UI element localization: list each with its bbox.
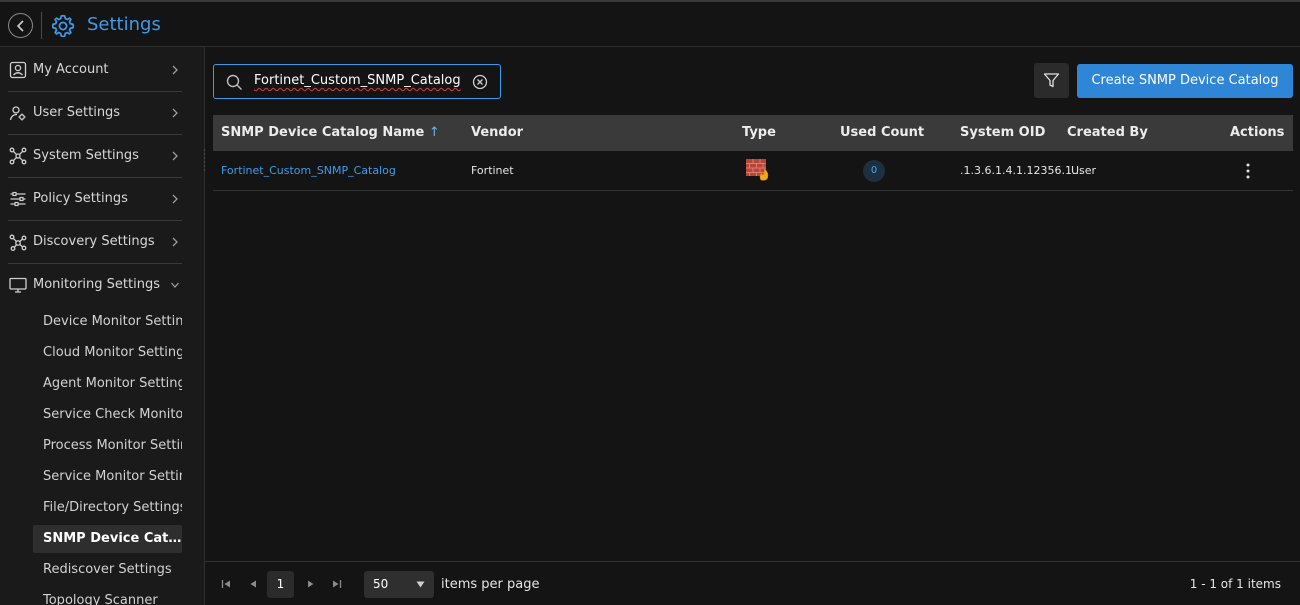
sidebar-item-my-account[interactable]: My Account bbox=[8, 49, 182, 92]
column-header-used-count[interactable]: Used Count bbox=[840, 125, 924, 140]
search-input[interactable]: Fortinet_Custom_SNMP_Catalog bbox=[213, 64, 501, 99]
pagination-bar: 1 50 items per page 1 - 1 of 1 items bbox=[205, 561, 1300, 605]
sidebar-subitem-snmp-device-catalog[interactable]: SNMP Device Catalog bbox=[33, 525, 182, 553]
user-card-icon bbox=[9, 61, 27, 79]
sidebar-subitem-process-monitor-settings[interactable]: Process Monitor Settings bbox=[33, 432, 182, 460]
page-size-select[interactable]: 50 bbox=[364, 571, 434, 598]
sidebar-item-discovery-settings[interactable]: Discovery Settings bbox=[8, 221, 182, 264]
gear-icon bbox=[51, 14, 75, 38]
page-size-value: 50 bbox=[373, 577, 389, 591]
search-icon bbox=[226, 74, 242, 90]
column-label: SNMP Device Catalog Name bbox=[221, 125, 425, 140]
sidebar-subitem-agent-monitor-settings[interactable]: Agent Monitor Settings bbox=[33, 370, 182, 398]
pagination-range: 1 - 1 of 1 items bbox=[1189, 577, 1281, 591]
previous-page-icon[interactable] bbox=[247, 578, 259, 590]
system-oid-cell: .1.3.6.1.4.1.12356.1... bbox=[960, 164, 1083, 177]
user-gear-icon bbox=[9, 106, 26, 121]
sidebar-item-policy-settings[interactable]: Policy Settings bbox=[8, 178, 182, 221]
create-snmp-device-catalog-button[interactable]: Create SNMP Device Catalog bbox=[1077, 64, 1293, 98]
sidebar-subitem-service-check-monitor[interactable]: Service Check Monitor bbox=[33, 401, 182, 429]
sidebar-item-label: System Settings bbox=[33, 148, 139, 163]
catalog-name-link[interactable]: Fortinet_Custom_SNMP_Catalog bbox=[221, 164, 396, 177]
sidebar-subitem-file-directory-settings[interactable]: File/Directory Settings bbox=[33, 494, 182, 522]
sort-ascending-icon: ↑ bbox=[428, 125, 440, 140]
column-header-vendor[interactable]: Vendor bbox=[471, 125, 523, 140]
top-bar: Settings bbox=[0, 0, 1300, 47]
network-nodes-icon bbox=[9, 147, 27, 165]
column-header-type[interactable]: Type bbox=[742, 125, 776, 140]
sidebar-resize-handle[interactable] bbox=[203, 148, 206, 174]
sidebar-item-label: Discovery Settings bbox=[33, 234, 155, 249]
table-row: Fortinet_Custom_SNMP_Catalog Fortinet 0 … bbox=[213, 151, 1293, 191]
sidebar-item-label: Monitoring Settings bbox=[33, 277, 160, 292]
sidebar: My Account User Settings System Settings bbox=[0, 47, 205, 605]
column-header-actions: Actions bbox=[1230, 125, 1285, 140]
filter-icon bbox=[1043, 73, 1060, 88]
sidebar-item-system-settings[interactable]: System Settings bbox=[8, 135, 182, 178]
page-title: Settings bbox=[87, 14, 161, 35]
last-page-icon[interactable] bbox=[331, 578, 343, 590]
sidebar-item-label: User Settings bbox=[33, 105, 121, 120]
sidebar-subitem-device-monitor-settings[interactable]: Device Monitor Settings bbox=[33, 308, 182, 336]
chevron-right-icon bbox=[172, 194, 178, 204]
chevron-down-icon bbox=[171, 282, 179, 288]
items-per-page-label: items per page bbox=[441, 577, 540, 592]
sidebar-item-user-settings[interactable]: User Settings bbox=[8, 92, 182, 135]
sidebar-item-monitoring-settings[interactable]: Monitoring Settings bbox=[8, 264, 182, 307]
sidebar-subitem-cloud-monitor-settings[interactable]: Cloud Monitor Settings bbox=[33, 339, 182, 367]
current-page-button[interactable]: 1 bbox=[267, 571, 294, 598]
chevron-right-icon bbox=[172, 108, 178, 118]
firewall-icon bbox=[746, 159, 769, 181]
column-header-created-by[interactable]: Created By bbox=[1067, 125, 1148, 140]
created-by-cell: User bbox=[1071, 164, 1097, 177]
filter-button[interactable] bbox=[1034, 63, 1069, 98]
chevron-left-icon bbox=[16, 19, 24, 32]
clear-search-icon[interactable] bbox=[472, 74, 488, 90]
caret-down-icon bbox=[416, 581, 425, 588]
sidebar-subitem-topology-scanner[interactable]: Topology Scanner bbox=[33, 587, 182, 605]
header-divider bbox=[41, 12, 42, 39]
table-header: SNMP Device Catalog Name ↑ Vendor Type U… bbox=[213, 115, 1293, 151]
next-page-icon[interactable] bbox=[305, 578, 317, 590]
more-actions-icon[interactable] bbox=[1243, 162, 1253, 180]
sliders-icon bbox=[10, 191, 26, 207]
monitor-icon bbox=[9, 277, 27, 293]
discovery-nodes-icon bbox=[9, 234, 27, 251]
chevron-right-icon bbox=[172, 151, 178, 161]
used-count-badge: 0 bbox=[863, 160, 885, 182]
sidebar-subitem-service-monitor-settings[interactable]: Service Monitor Settings bbox=[33, 463, 182, 491]
sidebar-subitem-rediscover-settings[interactable]: Rediscover Settings bbox=[33, 556, 182, 584]
column-header-name[interactable]: SNMP Device Catalog Name ↑ bbox=[221, 125, 440, 140]
search-value: Fortinet_Custom_SNMP_Catalog bbox=[254, 73, 461, 88]
back-button[interactable] bbox=[8, 13, 33, 38]
chevron-right-icon bbox=[172, 237, 178, 247]
sidebar-item-label: My Account bbox=[33, 62, 109, 77]
column-header-system-oid[interactable]: System OID bbox=[960, 125, 1045, 140]
first-page-icon[interactable] bbox=[220, 578, 232, 590]
chevron-right-icon bbox=[172, 65, 178, 75]
vendor-cell: Fortinet bbox=[471, 164, 514, 177]
sidebar-item-label: Policy Settings bbox=[33, 191, 128, 206]
